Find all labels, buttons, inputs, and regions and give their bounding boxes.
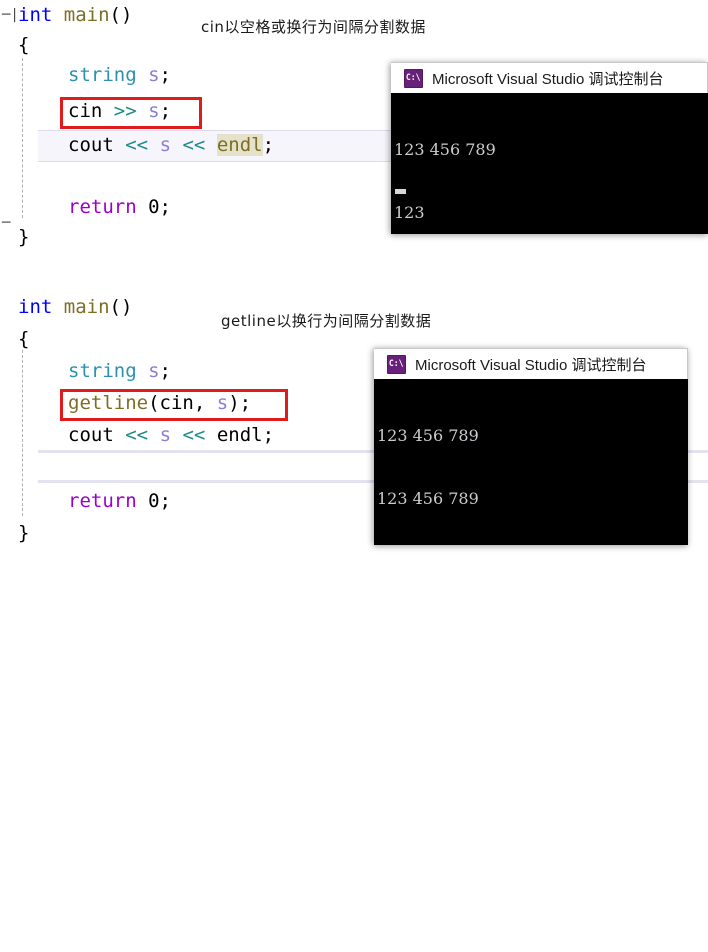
annotation-cin-description: cin以空格或换行为间隔分割数据 <box>201 18 426 36</box>
console-line: 123 456 789 <box>377 489 479 508</box>
token-var-s: s <box>159 134 172 156</box>
token-semicolon: ; <box>159 196 171 218</box>
token-insertion-operator: << <box>182 134 206 156</box>
code-line-close-brace: } <box>0 518 29 548</box>
console-title-text: Microsoft Visual Studio 调试控制台 <box>432 70 664 88</box>
console-line: 123 456 789 <box>377 426 479 445</box>
token-parens: () <box>109 4 133 26</box>
token-keyword-int: int <box>18 4 53 26</box>
console-line: 123 456 789 <box>394 140 496 159</box>
code-line-main-signature: int main() <box>0 0 132 30</box>
token-var-s: s <box>159 424 172 446</box>
token-insertion-operator: << <box>125 134 149 156</box>
code-line-return: return 0; <box>0 486 171 516</box>
token-type-string: string <box>68 360 137 382</box>
token-function-main: main <box>63 296 110 318</box>
token-cout: cout <box>68 424 114 446</box>
console-window-second[interactable]: C:\ Microsoft Visual Studio 调试控制台 123 45… <box>374 348 688 545</box>
token-function-main: main <box>63 4 110 26</box>
token-semicolon: ; <box>239 392 252 414</box>
token-insertion-operator: << <box>182 424 206 446</box>
console-output-area[interactable]: 123 456 789 123 D:\2022code\2.11\Debug\2… <box>391 93 708 234</box>
token-semicolon: ; <box>262 134 275 156</box>
token-var-s: s <box>148 64 160 86</box>
console-app-icon: C:\ <box>387 354 406 374</box>
token-rparen: ) <box>228 392 240 414</box>
token-cout: cout <box>68 134 114 156</box>
console-icon-glyph: C:\ <box>406 72 421 83</box>
code-line-close-brace: } <box>0 222 29 252</box>
console-line: 123 <box>394 203 425 222</box>
token-keyword-int: int <box>18 296 53 318</box>
console-cursor <box>395 189 406 194</box>
token-function-getline: getline <box>68 392 149 414</box>
token-parens: () <box>109 296 133 318</box>
code-line-cin-extract: cin >> s; <box>0 96 171 126</box>
token-endl-highlighted: endl <box>216 134 263 156</box>
code-line-cout-print: cout << s << endl; <box>0 420 274 450</box>
console-window-first[interactable]: C:\ Microsoft Visual Studio 调试控制台 123 45… <box>391 62 708 234</box>
token-semicolon: ; <box>159 360 171 382</box>
token-comma: , <box>193 392 217 414</box>
token-number-zero: 0 <box>148 490 160 512</box>
console-titlebar[interactable]: C:\ Microsoft Visual Studio 调试控制台 <box>374 348 688 379</box>
token-semicolon: ; <box>159 64 171 86</box>
code-line-return: return 0; <box>0 192 171 222</box>
console-icon-glyph: C:\ <box>389 358 404 369</box>
token-cin: cin <box>68 100 103 122</box>
token-semicolon: ; <box>262 424 275 446</box>
token-open-brace: { <box>18 328 30 350</box>
token-cin: cin <box>159 392 194 414</box>
console-output-area[interactable]: 123 456 789 123 456 789 D:\2022code\2.11… <box>374 379 688 545</box>
token-close-brace: } <box>18 522 30 544</box>
code-line-string-decl: string s; <box>0 60 171 90</box>
code-line-string-decl: string s; <box>0 356 171 386</box>
token-close-brace: } <box>18 226 30 248</box>
token-endl: endl <box>216 424 263 446</box>
code-line-getline-call: getline(cin, s); <box>0 388 251 418</box>
token-open-brace: { <box>18 34 30 56</box>
token-var-s: s <box>216 392 229 414</box>
code-line-cout-print: cout << s << endl; <box>0 130 274 160</box>
token-var-s: s <box>148 360 160 382</box>
token-keyword-return: return <box>68 196 137 218</box>
token-insertion-operator: << <box>125 424 149 446</box>
token-keyword-return: return <box>68 490 137 512</box>
token-type-string: string <box>68 64 137 86</box>
token-extraction-operator: >> <box>113 100 137 122</box>
token-semicolon: ; <box>159 100 172 122</box>
token-lparen: ( <box>148 392 160 414</box>
code-line-open-brace: { <box>0 324 29 354</box>
console-app-icon: C:\ <box>404 68 423 88</box>
token-number-zero: 0 <box>148 196 160 218</box>
code-line-open-brace: { <box>0 30 29 60</box>
token-var-s: s <box>148 100 160 122</box>
console-titlebar[interactable]: C:\ Microsoft Visual Studio 调试控制台 <box>391 62 708 93</box>
token-semicolon: ; <box>159 490 171 512</box>
console-title-text: Microsoft Visual Studio 调试控制台 <box>415 356 647 374</box>
code-line-main-signature: int main() <box>0 292 132 322</box>
annotation-getline-description: getline以换行为间隔分割数据 <box>221 312 432 330</box>
